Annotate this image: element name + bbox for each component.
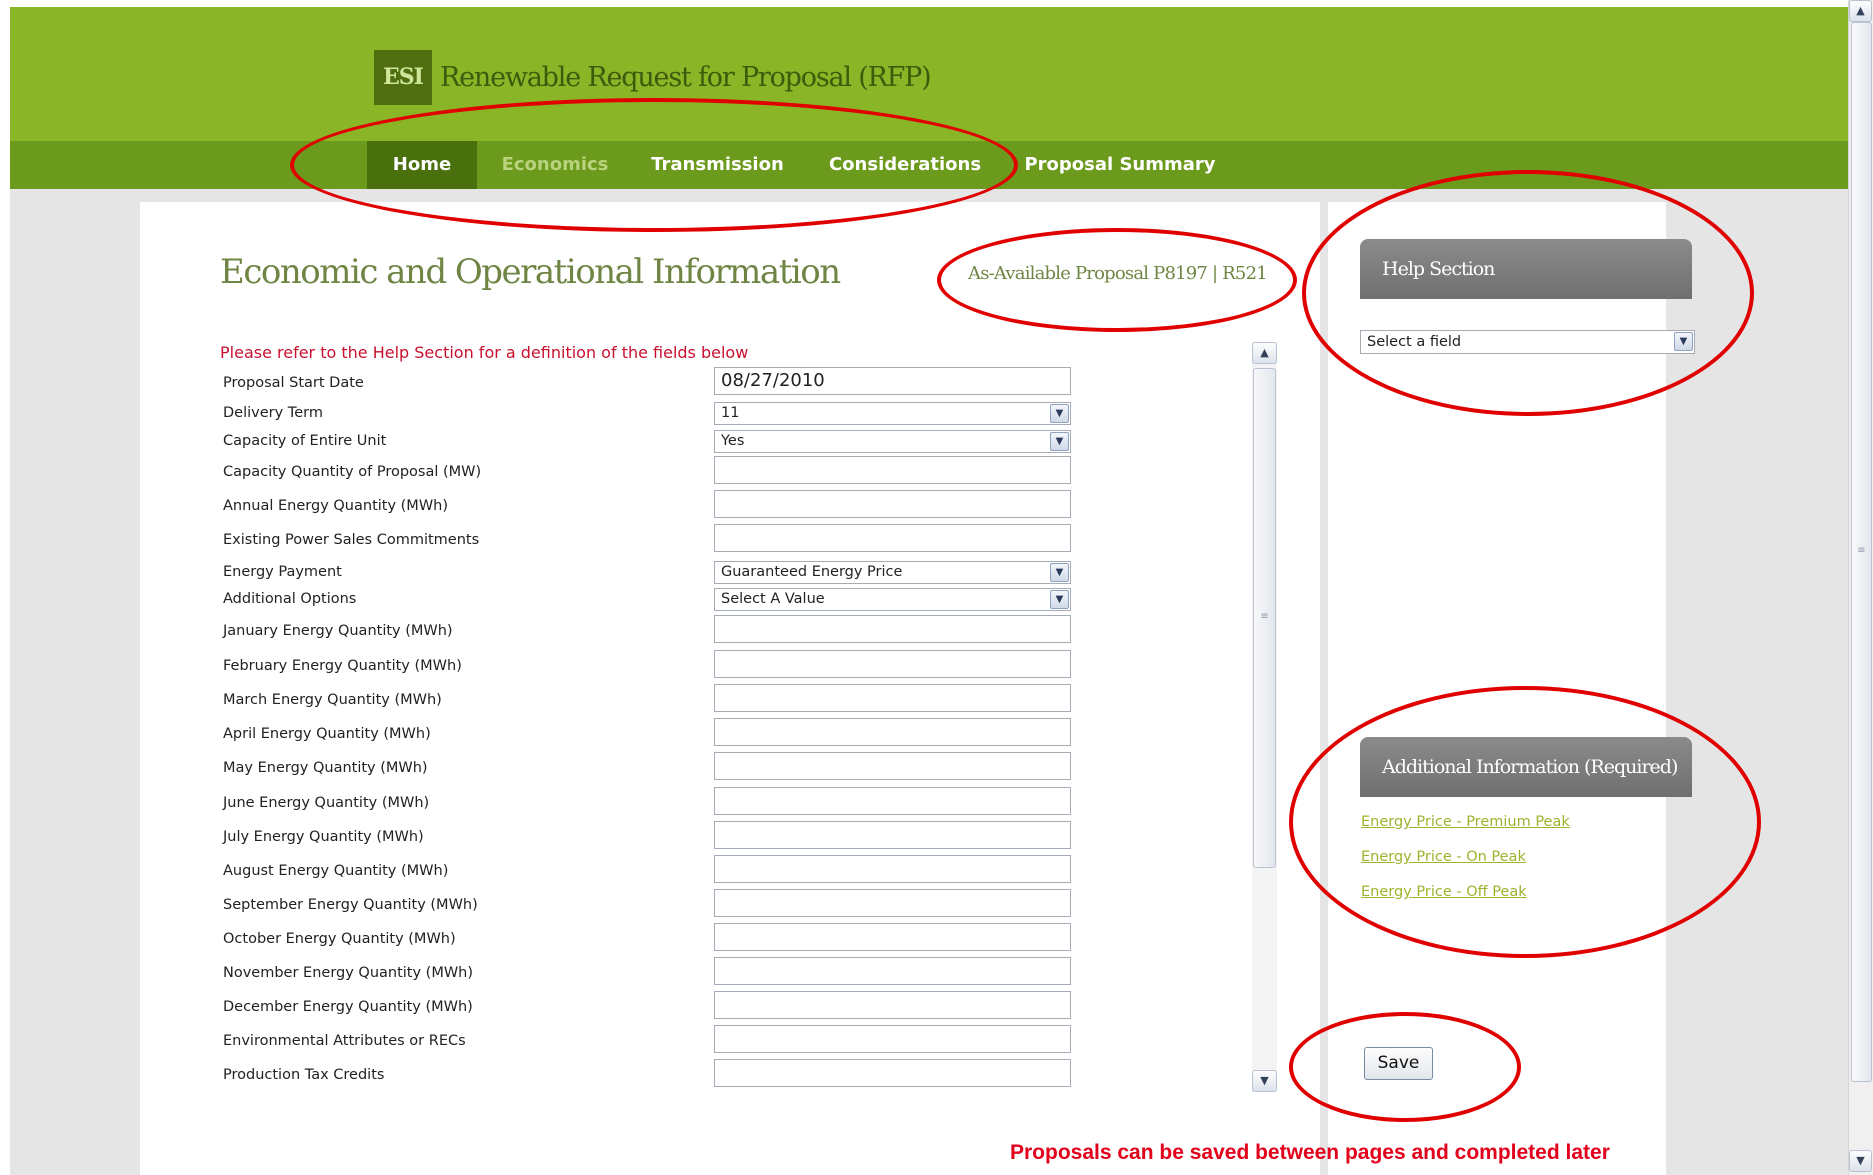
link-energy-price-on-peak[interactable]: Energy Price - On Peak	[1361, 849, 1526, 865]
additional-info-header: Additional Information (Required)	[1360, 737, 1692, 797]
field-select[interactable]: 11 ▼	[714, 402, 1071, 425]
field-select-value: 11	[721, 405, 740, 421]
field-select[interactable]: Guaranteed Energy Price ▼	[714, 561, 1071, 584]
field-label: August Energy Quantity (MWh)	[223, 863, 449, 879]
field-select-value: Select A Value	[721, 591, 825, 607]
field-label: June Energy Quantity (MWh)	[223, 795, 430, 811]
field-select[interactable]: Select A Value ▼	[714, 588, 1071, 611]
field-label: Energy Payment	[223, 564, 342, 580]
app-title: Renewable Request for Proposal (RFP)	[440, 62, 932, 93]
field-label: December Energy Quantity (MWh)	[223, 999, 473, 1015]
field-input[interactable]	[714, 957, 1071, 985]
field-label: Proposal Start Date	[223, 375, 364, 391]
field-input[interactable]	[714, 490, 1071, 518]
page-title: Economic and Operational Information	[220, 252, 841, 292]
page-scroll-down-arrow-icon[interactable]: ▼	[1849, 1150, 1872, 1172]
field-label: January Energy Quantity (MWh)	[223, 623, 453, 639]
form-scrollbar[interactable]: ▲ ≡ ▼	[1252, 342, 1277, 1092]
field-select[interactable]: Yes ▼	[714, 430, 1071, 453]
proposal-identifier: As-Available Proposal P8197 | R521	[968, 263, 1268, 284]
help-select-value: Select a field	[1367, 334, 1462, 350]
field-label: March Energy Quantity (MWh)	[223, 692, 442, 708]
link-energy-price-off-peak[interactable]: Energy Price - Off Peak	[1361, 884, 1527, 900]
page-scrollbar[interactable]: ▲ ≡ ▼	[1848, 0, 1873, 1175]
field-label: Production Tax Credits	[223, 1067, 385, 1083]
nav-tab-proposal-summary[interactable]: Proposal Summary	[1020, 141, 1220, 189]
field-select-value: Yes	[721, 433, 745, 449]
field-label: Annual Energy Quantity (MWh)	[223, 498, 449, 514]
field-input[interactable]	[714, 855, 1071, 883]
field-input[interactable]	[714, 923, 1071, 951]
field-label: Capacity Quantity of Proposal (MW)	[223, 464, 482, 480]
help-field-select[interactable]: Select a field ▼	[1360, 330, 1695, 354]
field-input[interactable]	[714, 787, 1071, 815]
field-label: Additional Options	[223, 591, 357, 607]
field-label: Capacity of Entire Unit	[223, 433, 387, 449]
field-label: Existing Power Sales Commitments	[223, 532, 480, 548]
page-scroll-up-arrow-icon[interactable]: ▲	[1849, 0, 1872, 22]
field-select-value: Guaranteed Energy Price	[721, 564, 903, 580]
field-input[interactable]	[714, 650, 1071, 678]
field-input[interactable]	[714, 718, 1071, 746]
chevron-down-icon[interactable]: ▼	[1050, 404, 1069, 423]
field-label: February Energy Quantity (MWh)	[223, 658, 462, 674]
field-label: November Energy Quantity (MWh)	[223, 965, 474, 981]
chevron-down-icon[interactable]: ▼	[1050, 590, 1069, 609]
field-label: October Energy Quantity (MWh)	[223, 931, 456, 947]
help-section-header: Help Section	[1360, 239, 1692, 299]
field-input[interactable]: 08/27/2010	[714, 367, 1071, 395]
field-input[interactable]	[714, 684, 1071, 712]
field-label: May Energy Quantity (MWh)	[223, 760, 428, 776]
chevron-down-icon[interactable]: ▼	[1050, 432, 1069, 451]
esi-logo: ESI	[374, 50, 432, 105]
chevron-down-icon[interactable]: ▼	[1050, 563, 1069, 582]
field-input[interactable]	[714, 889, 1071, 917]
link-energy-price-premium-peak[interactable]: Energy Price - Premium Peak	[1361, 814, 1570, 830]
scroll-up-arrow-icon[interactable]: ▲	[1252, 342, 1277, 364]
nav-tab-home[interactable]: Home	[367, 141, 477, 189]
save-note: Proposals can be saved between pages and…	[1010, 1141, 1610, 1164]
field-label: July Energy Quantity (MWh)	[223, 829, 424, 845]
field-input[interactable]	[714, 752, 1071, 780]
nav-tab-transmission[interactable]: Transmission	[640, 141, 795, 189]
chevron-down-icon[interactable]: ▼	[1674, 332, 1693, 351]
field-input[interactable]	[714, 1025, 1071, 1053]
field-label: Environmental Attributes or RECs	[223, 1033, 466, 1049]
field-label: April Energy Quantity (MWh)	[223, 726, 431, 742]
field-label: Delivery Term	[223, 405, 323, 421]
field-input[interactable]	[714, 991, 1071, 1019]
field-input[interactable]	[714, 456, 1071, 484]
scroll-down-arrow-icon[interactable]: ▼	[1252, 1070, 1277, 1092]
page-scrollbar-thumb[interactable]: ≡	[1851, 22, 1872, 1082]
field-input[interactable]	[714, 821, 1071, 849]
save-button[interactable]: Save	[1364, 1047, 1433, 1080]
field-input[interactable]	[714, 615, 1071, 643]
nav-tab-considerations[interactable]: Considerations	[820, 141, 990, 189]
nav-tab-economics[interactable]: Economics	[495, 141, 615, 189]
field-input[interactable]	[714, 1059, 1071, 1087]
help-instructions: Please refer to the Help Section for a d…	[220, 343, 749, 362]
field-label: September Energy Quantity (MWh)	[223, 897, 478, 913]
field-input[interactable]	[714, 524, 1071, 552]
form-scrollbar-thumb[interactable]: ≡	[1253, 368, 1276, 868]
